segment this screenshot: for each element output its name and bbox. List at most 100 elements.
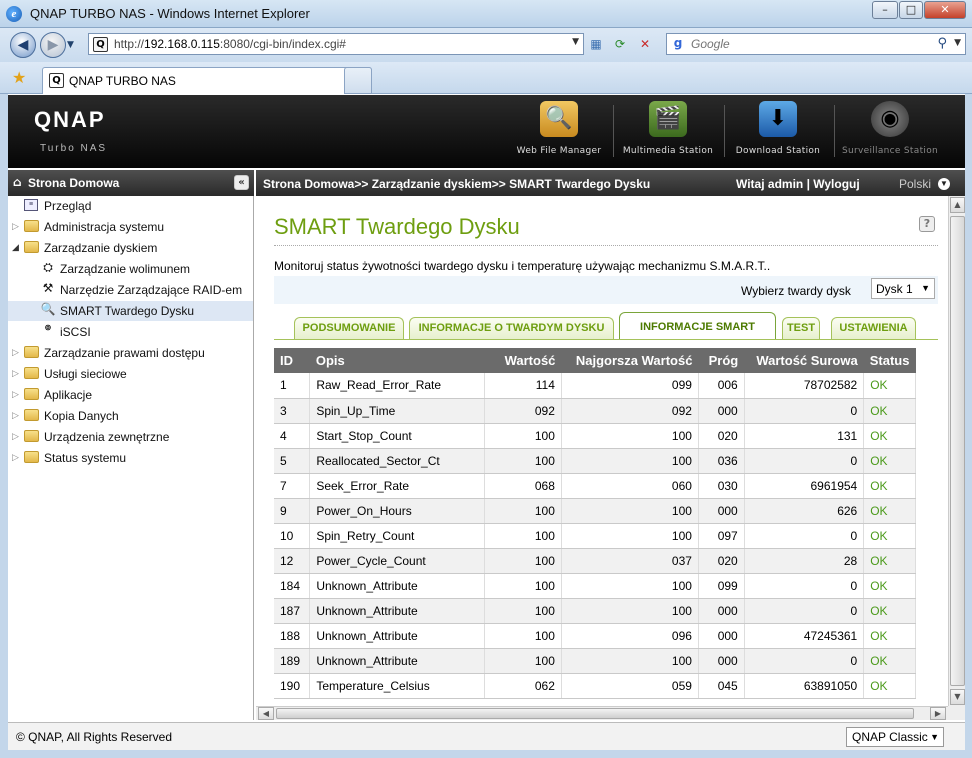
expand-arrow-icon[interactable]: ▷ xyxy=(12,221,19,232)
browser-tabs-bar: ★ Q QNAP TURBO NAS xyxy=(0,62,972,94)
browser-tab-active[interactable]: Q QNAP TURBO NAS xyxy=(42,67,372,94)
raid-icon: ⚒ xyxy=(42,281,54,295)
cell-surowa: 47245361 xyxy=(744,623,865,649)
col-header-prog: Próg xyxy=(698,348,745,373)
cell-id: 3 xyxy=(274,398,311,424)
collapse-sidebar-icon[interactable]: « xyxy=(234,175,249,190)
folder-icon xyxy=(24,367,39,379)
tab-informacje-smart[interactable]: INFORMACJE SMART xyxy=(619,312,776,340)
language-label[interactable]: Polski xyxy=(899,177,931,191)
scroll-right-icon[interactable]: ▶ xyxy=(930,707,946,720)
cell-opis: Seek_Error_Rate xyxy=(309,473,485,499)
station-label: Web File Manager xyxy=(516,146,602,156)
cell-wartosc: 068 xyxy=(484,473,562,499)
cell-surowa: 0 xyxy=(744,448,865,474)
page-description: Monitoruj status żywotności twardego dys… xyxy=(274,259,771,273)
history-dropdown-icon[interactable]: ▼ xyxy=(67,40,74,50)
search-box[interactable]: g ⚲ ▼ xyxy=(666,33,966,55)
home-icon: ⌂ xyxy=(13,175,22,189)
minimize-button[interactable]: – xyxy=(872,1,898,19)
new-tab-button[interactable] xyxy=(344,67,372,94)
disk-select-label: Wybierz twardy dysk xyxy=(741,284,851,298)
collapse-arrow-icon[interactable]: ◢ xyxy=(12,242,19,253)
cell-wartosc: 100 xyxy=(484,498,562,524)
expand-arrow-icon[interactable]: ▷ xyxy=(12,452,19,463)
favorites-star-icon[interactable]: ★ xyxy=(12,68,26,87)
scroll-left-icon[interactable]: ◀ xyxy=(258,707,274,720)
close-button[interactable]: ✕ xyxy=(924,1,966,19)
search-dropdown-icon[interactable]: ▼ xyxy=(954,38,961,48)
cell-opis: Start_Stop_Count xyxy=(309,423,485,449)
station-download[interactable]: ⬇ Download Station xyxy=(733,101,823,161)
cell-opis: Power_On_Hours xyxy=(309,498,485,524)
cell-prog: 000 xyxy=(698,498,745,524)
station-separator xyxy=(834,105,835,157)
horizontal-scrollbar[interactable]: ◀ ▶ xyxy=(256,706,948,720)
cell-id: 189 xyxy=(274,648,311,674)
cell-status: OK xyxy=(863,423,916,449)
station-multimedia[interactable]: 🎬 Multimedia Station xyxy=(620,101,716,161)
col-header-status: Status xyxy=(863,348,916,373)
cell-opis: Power_Cycle_Count xyxy=(309,548,485,574)
sidebar-item-label: Przegląd xyxy=(44,199,92,213)
vertical-scroll-thumb[interactable] xyxy=(950,216,965,686)
disk-select[interactable]: Dysk 1 ▼ xyxy=(871,278,935,299)
horizontal-scroll-thumb[interactable] xyxy=(276,708,914,719)
cell-surowa: 0 xyxy=(744,573,865,599)
address-dropdown-icon[interactable]: ▼ xyxy=(572,37,579,47)
stop-icon[interactable]: ✕ xyxy=(637,36,653,52)
address-url[interactable]: http://192.168.0.115:8080/cgi-bin/index.… xyxy=(114,37,346,51)
search-icon[interactable]: ⚲ xyxy=(937,36,947,51)
cell-wartosc: 100 xyxy=(484,523,562,549)
cell-najgorsza: 100 xyxy=(561,498,699,524)
station-surveillance[interactable]: ◉ Surveillance Station xyxy=(840,101,940,161)
cell-wartosc: 100 xyxy=(484,623,562,649)
folder-icon xyxy=(24,346,39,358)
scroll-down-icon[interactable]: ▼ xyxy=(950,689,965,705)
theme-select[interactable]: QNAP Classic ▼ xyxy=(846,727,944,747)
search-input[interactable] xyxy=(691,36,921,52)
tab-podsumowanie[interactable]: PODSUMOWANIE xyxy=(294,317,404,339)
tab-ustawienia[interactable]: USTAWIENIA xyxy=(831,317,916,339)
cell-id: 4 xyxy=(274,423,311,449)
forward-button[interactable]: ▶ xyxy=(40,32,66,58)
cell-opis: Unknown_Attribute xyxy=(309,648,485,674)
tab-test[interactable]: TEST xyxy=(782,317,820,339)
cell-id: 190 xyxy=(274,673,311,699)
breadcrumb-path[interactable]: Strona Domowa>> Zarządzanie dyskiem>> SM… xyxy=(263,177,650,191)
expand-arrow-icon[interactable]: ▷ xyxy=(12,410,19,421)
folder-magnifier-icon: 🔍 xyxy=(540,101,578,137)
language-dropdown-icon[interactable]: ▼ xyxy=(938,178,950,190)
cell-wartosc: 100 xyxy=(484,548,562,574)
scroll-up-icon[interactable]: ▲ xyxy=(950,197,965,213)
vertical-scrollbar[interactable]: ▲ ▼ xyxy=(948,196,965,706)
window-titlebar: e QNAP TURBO NAS - Windows Internet Expl… xyxy=(0,0,972,28)
cell-prog: 030 xyxy=(698,473,745,499)
qnap-header: QNAP Turbo NAS 🔍 Web File Manager 🎬 Mult… xyxy=(8,95,965,168)
cell-id: 1 xyxy=(274,373,311,399)
sidebar-item-label: Kopia Danych xyxy=(44,409,119,423)
help-icon[interactable]: ? xyxy=(919,216,935,232)
expand-arrow-icon[interactable]: ▷ xyxy=(12,389,19,400)
window-frame-bottom xyxy=(0,750,972,758)
expand-arrow-icon[interactable]: ▷ xyxy=(12,347,19,358)
tab-informacje-o-dysku[interactable]: INFORMACJE O TWARDYM DYSKU xyxy=(409,317,614,339)
expand-arrow-icon[interactable]: ▷ xyxy=(12,431,19,442)
smart-table-body: 1 Raw_Read_Error_Rate 114 099 006 78702582 OK 3… xyxy=(274,373,916,699)
cell-surowa: 63891050 xyxy=(744,673,865,699)
cell-status: OK xyxy=(863,473,916,499)
sidebar-item-label: Urządzenia zewnętrzne xyxy=(44,430,170,444)
google-icon: g xyxy=(673,36,683,50)
refresh-icon[interactable]: ⟳ xyxy=(612,36,628,52)
maximize-button[interactable]: □ xyxy=(899,1,923,19)
expand-arrow-icon[interactable]: ▷ xyxy=(12,368,19,379)
address-bar[interactable]: Q http://192.168.0.115:8080/cgi-bin/inde… xyxy=(88,33,584,55)
cell-surowa: 28 xyxy=(744,548,865,574)
station-web-file-manager[interactable]: 🔍 Web File Manager xyxy=(513,101,605,161)
cell-prog: 036 xyxy=(698,448,745,474)
compatibility-view-icon[interactable]: ▦ xyxy=(588,36,604,52)
back-button[interactable]: ◀ xyxy=(10,32,36,58)
cell-surowa: 0 xyxy=(744,648,865,674)
user-logout-links[interactable]: Witaj admin | Wyloguj xyxy=(736,177,860,191)
media-icon: 🎬 xyxy=(649,101,687,137)
